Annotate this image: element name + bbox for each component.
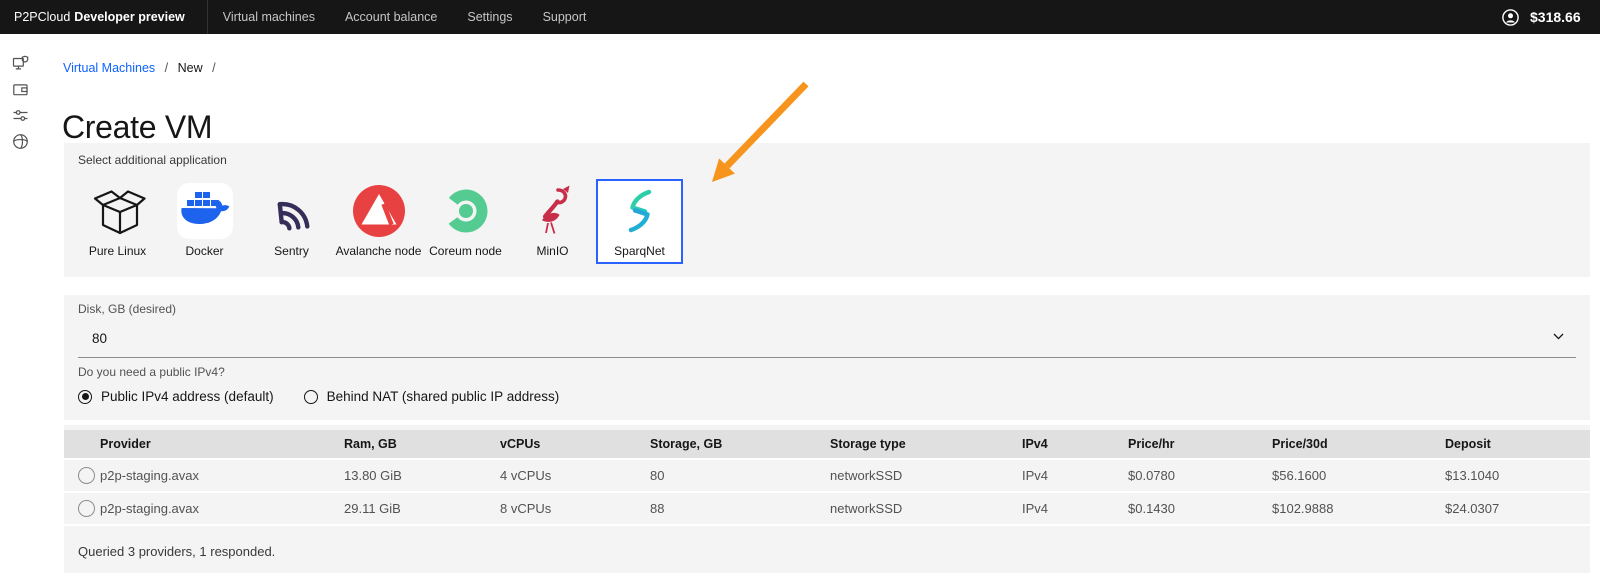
cell-price-30d: $56.1600 [1272,468,1327,483]
application-select-panel: Select additional application Pure Linux [64,143,1590,277]
breadcrumb-link-virtual-machines[interactable]: Virtual Machines [63,61,155,75]
virtual-machines-icon[interactable] [12,55,29,72]
cell-storage: 88 [650,501,665,516]
nav-item-settings[interactable]: Settings [452,10,527,24]
avalanche-icon [351,183,407,239]
provider-row-2[interactable]: p2p-staging.avax 29.11 GiB 8 vCPUs 88 ne… [64,493,1590,526]
docker-whale-icon [176,183,233,239]
left-sidebar [0,34,44,583]
disk-size-label: Disk, GB (desired) [78,302,177,316]
col-storage: Storage, GB [650,437,723,451]
col-storage-type: Storage type [830,437,906,451]
nav-item-account-balance[interactable]: Account balance [330,10,452,24]
app-tile-label: Sentry [274,244,309,258]
app-tile-label: Pure Linux [88,244,147,258]
app-tile-docker[interactable]: Docker [161,179,248,264]
app-tile-label: Coreum node [429,244,502,258]
col-vcpus: vCPUs [500,437,541,451]
row-radio-icon[interactable] [78,500,95,517]
vm-options-panel: Disk, GB (desired) 80 Do you need a publ… [64,295,1590,420]
radio-behind-nat[interactable]: Behind NAT (shared public IP address) [303,389,560,404]
cell-ipv4: IPv4 [1022,468,1049,483]
app-tile-label: Avalanche node [335,244,422,258]
cell-storage-type: networkSSD [830,468,903,483]
cell-ram: 29.11 GiB [344,501,401,516]
cell-storage-type: networkSSD [830,501,903,516]
coreum-icon [438,183,494,239]
cell-ram: 13.80 GiB [344,468,402,483]
cell-vcpus: 4 vCPUs [500,468,552,483]
cell-price-30d: $102.9888 [1272,501,1334,516]
top-nav: P2PCloud Developer preview Virtual machin… [0,0,1600,34]
ipv4-radio-group: Public IPv4 address (default) Behind NAT… [78,389,1576,404]
cell-price-hr: $0.1430 [1128,501,1175,516]
app-tile-pure-linux[interactable]: Pure Linux [74,179,161,264]
col-price-hr: Price/hr [1128,437,1175,451]
app-tile-sparqnet[interactable]: SparqNet [596,179,683,264]
col-ipv4: IPv4 [1022,437,1048,451]
brand: P2PCloud Developer preview [14,10,185,24]
chevron-down-icon [1553,333,1564,340]
radio-public-ipv4[interactable]: Public IPv4 address (default) [78,389,274,404]
provider-row-1[interactable]: p2p-staging.avax 13.80 GiB 4 vCPUs 80 ne… [64,460,1590,493]
ipv4-question-label: Do you need a public IPv4? [78,365,225,379]
app-tile-avalanche-node[interactable]: Avalanche node [335,179,422,264]
cell-storage: 80 [650,468,665,483]
user-account-icon[interactable] [1502,8,1519,26]
radio-unselected-icon[interactable] [303,389,318,404]
cell-deposit: $13.1040 [1445,468,1500,483]
col-deposit: Deposit [1445,437,1491,451]
support-icon[interactable] [12,133,29,150]
col-ram: Ram, GB [344,437,397,451]
query-status-text: Queried 3 providers, 1 responded. [78,544,276,559]
minio-icon [525,183,581,239]
col-price-30d: Price/30d [1272,437,1328,451]
wallet-icon[interactable] [12,81,29,98]
app-tile-label: SparqNet [614,244,665,258]
app-tile-label: Docker [185,244,224,258]
col-provider: Provider [100,437,151,451]
sparqnet-icon [612,183,668,239]
row-radio-icon[interactable] [78,467,95,484]
providers-table-header: Provider Ram, GB vCPUs Storage, GB Stora… [64,430,1590,460]
app-tile-label: MinIO [536,244,569,258]
radio-selected-icon[interactable] [78,389,92,404]
radio-label: Behind NAT (shared public IP address) [326,389,560,404]
sentry-icon [264,183,320,239]
nav-item-virtual-machines[interactable]: Virtual machines [208,10,330,24]
cell-deposit: $24.0307 [1445,501,1500,516]
cell-vcpus: 8 vCPUs [500,501,552,516]
application-tiles: Pure Linux Docker Sentry Avalanche node … [74,179,1576,264]
application-select-label: Select additional application [78,153,227,167]
providers-panel: Provider Ram, GB vCPUs Storage, GB Stora… [64,425,1590,573]
account-balance-amount: $318.66 [1530,9,1581,25]
app-tile-minio[interactable]: MinIO [509,179,596,264]
breadcrumb: Virtual Machines / New / [63,61,222,75]
settings-sliders-icon[interactable] [12,107,29,124]
breadcrumb-current: New [177,61,203,75]
disk-size-select[interactable]: 80 [78,319,1576,358]
disk-size-value: 80 [92,330,108,346]
cell-price-hr: $0.0780 [1128,468,1175,483]
cell-ipv4: IPv4 [1022,501,1049,516]
cell-provider: p2p-staging.avax [100,501,200,516]
app-tile-coreum-node[interactable]: Coreum node [422,179,509,264]
app-tile-sentry[interactable]: Sentry [248,179,335,264]
page-title: Create VM [62,109,213,146]
pure-linux-box-icon [90,183,146,239]
radio-label: Public IPv4 address (default) [101,389,274,404]
breadcrumb-separator: / [212,61,216,75]
nav-item-support[interactable]: Support [528,10,602,24]
cell-provider: p2p-staging.avax [100,468,200,483]
breadcrumb-separator: / [164,61,169,75]
